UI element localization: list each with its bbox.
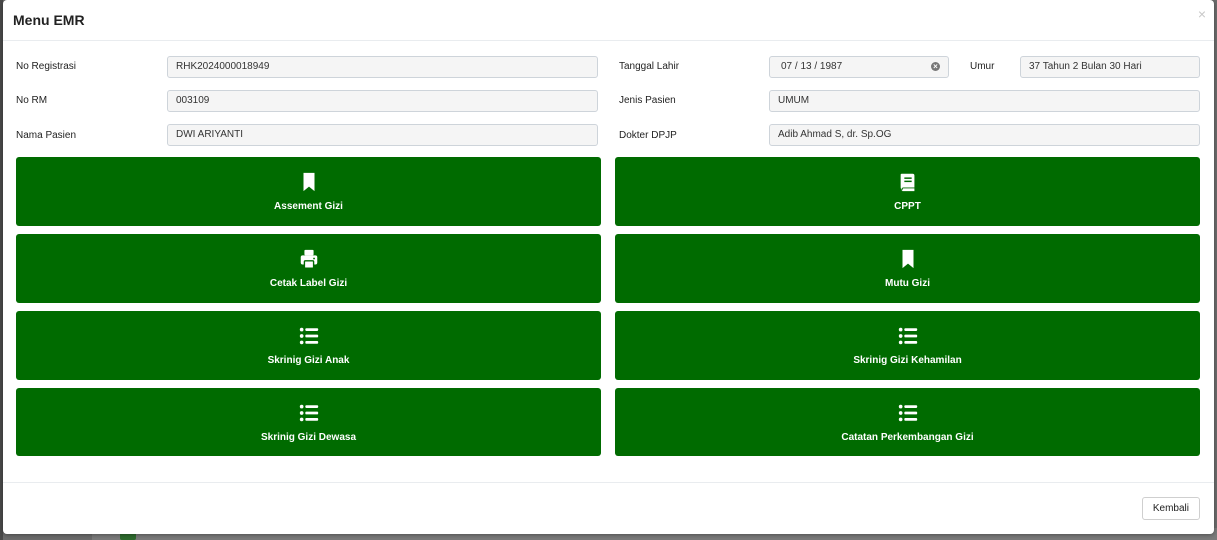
cetak-label-gizi-button[interactable]: Cetak Label Gizi <box>16 234 601 303</box>
nama-pasien-field[interactable]: DWI ARIYANTI <box>167 124 598 146</box>
menu-button-label: Catatan Perkembangan Gizi <box>841 432 974 443</box>
book-icon <box>900 173 914 192</box>
no-registrasi-field[interactable]: RHK2024000018949 <box>167 56 598 78</box>
list-icon <box>898 404 917 422</box>
dokter-dpjp-field[interactable]: Adib Ahmad S, dr. Sp.OG <box>769 124 1200 146</box>
catatan-perkembangan-gizi-button[interactable]: Catatan Perkembangan Gizi <box>615 388 1200 456</box>
emr-menu-modal: Menu EMR × No Registrasi RHK202400001894… <box>3 0 1214 534</box>
tanggal-lahir-value: 07 / 13 / 1987 <box>781 61 843 72</box>
list-icon <box>299 404 318 422</box>
mutu-gizi-button[interactable]: Mutu Gizi <box>615 234 1200 303</box>
list-icon <box>299 327 318 345</box>
skrinig-gizi-anak-button[interactable]: Skrinig Gizi Anak <box>16 311 601 380</box>
umur-label: Umur <box>970 61 995 72</box>
back-button[interactable]: Kembali <box>1141 497 1200 520</box>
list-icon <box>898 327 917 345</box>
modal-header: Menu EMR × <box>3 0 1214 41</box>
tanggal-lahir-label: Tanggal Lahir <box>619 61 680 72</box>
menu-button-label: CPPT <box>894 201 921 212</box>
umur-field[interactable]: 37 Tahun 2 Bulan 30 Hari <box>1020 56 1200 78</box>
menu-button-label: Mutu Gizi <box>885 278 930 289</box>
no-rm-field[interactable]: 003109 <box>167 90 598 112</box>
tanggal-lahir-field[interactable]: 07 / 13 / 1987 × <box>769 56 949 78</box>
jenis-pasien-field[interactable]: UMUM <box>769 90 1200 112</box>
jenis-pasien-label: Jenis Pasien <box>619 95 676 106</box>
bookmark-icon <box>303 172 314 192</box>
menu-button-label: Skrinig Gizi Dewasa <box>260 432 357 443</box>
menu-button-label: Cetak Label Gizi <box>269 278 348 289</box>
menu-button-label: Skrinig Gizi Anak <box>267 355 350 366</box>
modal-footer: Kembali <box>3 482 1214 535</box>
bookmark-icon <box>902 249 913 269</box>
modal-title: Menu EMR <box>13 12 85 28</box>
dokter-dpjp-label: Dokter DPJP <box>619 130 677 141</box>
printer-icon <box>300 249 317 269</box>
clear-date-icon[interactable]: × <box>931 62 940 71</box>
no-rm-label: No RM <box>16 95 48 106</box>
skrinig-gizi-dewasa-button[interactable]: Skrinig Gizi Dewasa <box>16 388 601 456</box>
menu-button-label: Skrinig Gizi Kehamilan <box>853 355 962 366</box>
nama-pasien-label: Nama Pasien <box>16 130 77 141</box>
assement-gizi-button[interactable]: Assement Gizi <box>16 157 601 226</box>
menu-button-label: Assement Gizi <box>274 201 343 212</box>
no-registrasi-label: No Registrasi <box>16 61 77 72</box>
cppt-button[interactable]: CPPT <box>615 157 1200 226</box>
skrinig-gizi-kehamilan-button[interactable]: Skrinig Gizi Kehamilan <box>615 311 1200 380</box>
close-icon[interactable]: × <box>1198 6 1206 22</box>
